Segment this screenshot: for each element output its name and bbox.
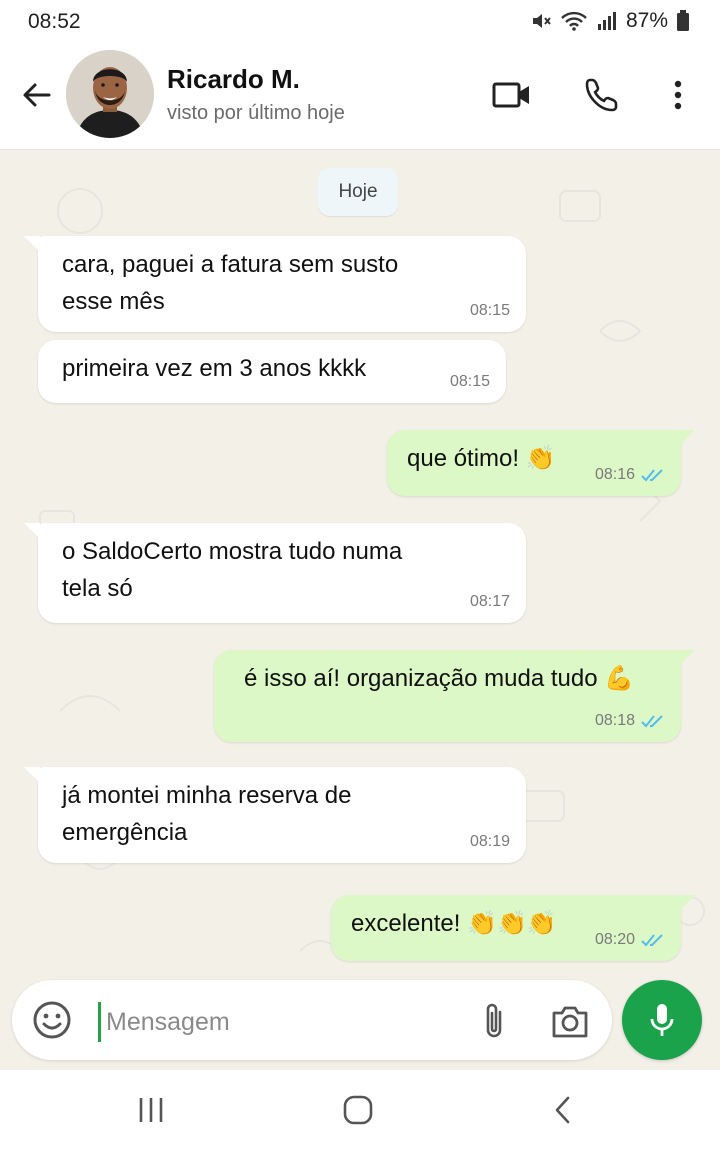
last-seen-status: visto por último hoje xyxy=(167,102,345,124)
message-incoming[interactable]: já montei minha reserva de emergência 08… xyxy=(24,767,526,863)
message-line: é isso aí! organização muda tudo xyxy=(244,665,598,692)
message-time: 08:18 xyxy=(594,712,635,729)
chat-area[interactable]: Hoje cara, paguei a fatura sem susto ess… xyxy=(0,151,720,976)
message-meta: 08:20 xyxy=(595,931,665,949)
bubble-tail xyxy=(679,650,695,666)
camera-button[interactable] xyxy=(550,1002,590,1040)
message-text: primeira vez em 3 anos kkkk xyxy=(62,350,366,387)
message-time: 08:20 xyxy=(594,931,635,948)
recent-apps-button[interactable] xyxy=(136,1092,166,1128)
system-back-button[interactable] xyxy=(548,1092,578,1128)
message-outgoing[interactable]: é isso aí! organização muda tudo 💪 08:18 xyxy=(214,650,695,742)
wifi-icon xyxy=(560,10,588,32)
message-line: o SaldoCerto mostra tudo numa xyxy=(62,538,403,565)
message-text: que ótimo! 👏 xyxy=(407,440,556,477)
bubble-tail xyxy=(679,895,695,911)
message-text: já montei minha reserva de emergência xyxy=(62,777,351,851)
emoji-button[interactable] xyxy=(32,1000,72,1040)
battery-icon xyxy=(676,10,690,32)
voice-message-button[interactable] xyxy=(622,980,702,1060)
text-caret xyxy=(98,1002,101,1042)
message-line: tela só xyxy=(62,575,133,602)
date-chip: Hoje xyxy=(318,168,398,216)
mute-icon xyxy=(530,10,552,32)
clapping-hands-emoji: 👏 xyxy=(525,444,556,472)
message-line: já montei minha reserva de xyxy=(62,782,352,809)
message-meta: 08:18 xyxy=(595,712,665,730)
message-composer xyxy=(12,980,612,1060)
system-nav-bar xyxy=(0,1070,720,1152)
message-time: 08:17 xyxy=(469,593,510,610)
message-time: 08:19 xyxy=(469,833,510,850)
message-line: esse mês xyxy=(62,288,165,315)
status-icons: 87% xyxy=(530,9,690,33)
video-call-button[interactable] xyxy=(492,74,532,116)
status-bar: 08:52 87% xyxy=(0,0,720,44)
clapping-hands-emoji: 👏👏👏 xyxy=(467,909,557,937)
battery-percent: 87% xyxy=(625,9,668,32)
phone-call-button[interactable] xyxy=(582,74,622,116)
double-check-icon xyxy=(641,469,663,482)
video-call-icon xyxy=(492,82,529,108)
message-line: emergência xyxy=(62,819,188,846)
message-input[interactable] xyxy=(106,1002,446,1042)
message-text: excelente! 👏👏👏 xyxy=(351,905,557,942)
bubble-tail xyxy=(24,767,40,783)
composer-bar xyxy=(0,976,720,1070)
flexed-biceps-emoji: 💪 xyxy=(604,664,635,692)
message-meta: 08:16 xyxy=(595,466,665,484)
message-line: cara, paguei a fatura sem susto xyxy=(62,251,399,278)
message-outgoing[interactable]: excelente! 👏👏👏 08:20 xyxy=(331,895,695,961)
double-check-icon xyxy=(641,934,663,947)
chevron-left-icon xyxy=(555,1096,570,1124)
message-meta: 08:17 xyxy=(470,593,510,611)
back-arrow-icon xyxy=(23,83,51,107)
paperclip-icon xyxy=(486,1003,502,1038)
message-text: cara, paguei a fatura sem susto esse mês xyxy=(62,246,398,320)
bubble-tail xyxy=(679,430,695,446)
more-vert-icon xyxy=(674,80,682,110)
contact-name[interactable]: Ricardo M. xyxy=(167,64,300,95)
attach-button[interactable] xyxy=(478,1000,510,1042)
back-button[interactable] xyxy=(18,76,56,114)
phone-call-icon xyxy=(585,78,618,112)
home-icon xyxy=(343,1095,373,1125)
status-time: 08:52 xyxy=(28,10,81,33)
message-text: é isso aí! organização muda tudo 💪 xyxy=(244,660,634,697)
bubble-tail xyxy=(24,236,40,252)
message-text: o SaldoCerto mostra tudo numa tela só xyxy=(62,533,402,607)
more-options-button[interactable] xyxy=(664,74,692,116)
message-time: 08:16 xyxy=(594,466,635,483)
message-line: excelente! xyxy=(351,910,461,937)
message-meta: 08:15 xyxy=(450,373,490,391)
microphone-icon xyxy=(650,1004,674,1036)
message-incoming[interactable]: primeira vez em 3 anos kkkk 08:15 xyxy=(38,340,506,403)
message-line: primeira vez em 3 anos kkkk xyxy=(62,355,367,382)
home-button[interactable] xyxy=(342,1092,374,1128)
message-time: 08:15 xyxy=(469,302,510,319)
message-line: que ótimo! xyxy=(407,445,520,472)
double-check-icon xyxy=(641,715,663,728)
message-incoming[interactable]: o SaldoCerto mostra tudo numa tela só 08… xyxy=(24,523,526,623)
bubble-tail xyxy=(24,523,40,539)
message-incoming[interactable]: cara, paguei a fatura sem susto esse mês… xyxy=(24,236,526,332)
chat-header: Ricardo M. visto por último hoje xyxy=(0,44,720,150)
message-meta: 08:19 xyxy=(470,833,510,851)
camera-icon xyxy=(552,1006,588,1038)
message-time: 08:15 xyxy=(449,373,490,390)
smiley-icon xyxy=(33,1001,71,1039)
message-outgoing[interactable]: que ótimo! 👏 08:16 xyxy=(387,430,695,496)
recent-apps-icon xyxy=(139,1098,163,1122)
avatar[interactable] xyxy=(66,50,154,138)
message-meta: 08:15 xyxy=(470,302,510,320)
signal-icon xyxy=(596,10,618,32)
